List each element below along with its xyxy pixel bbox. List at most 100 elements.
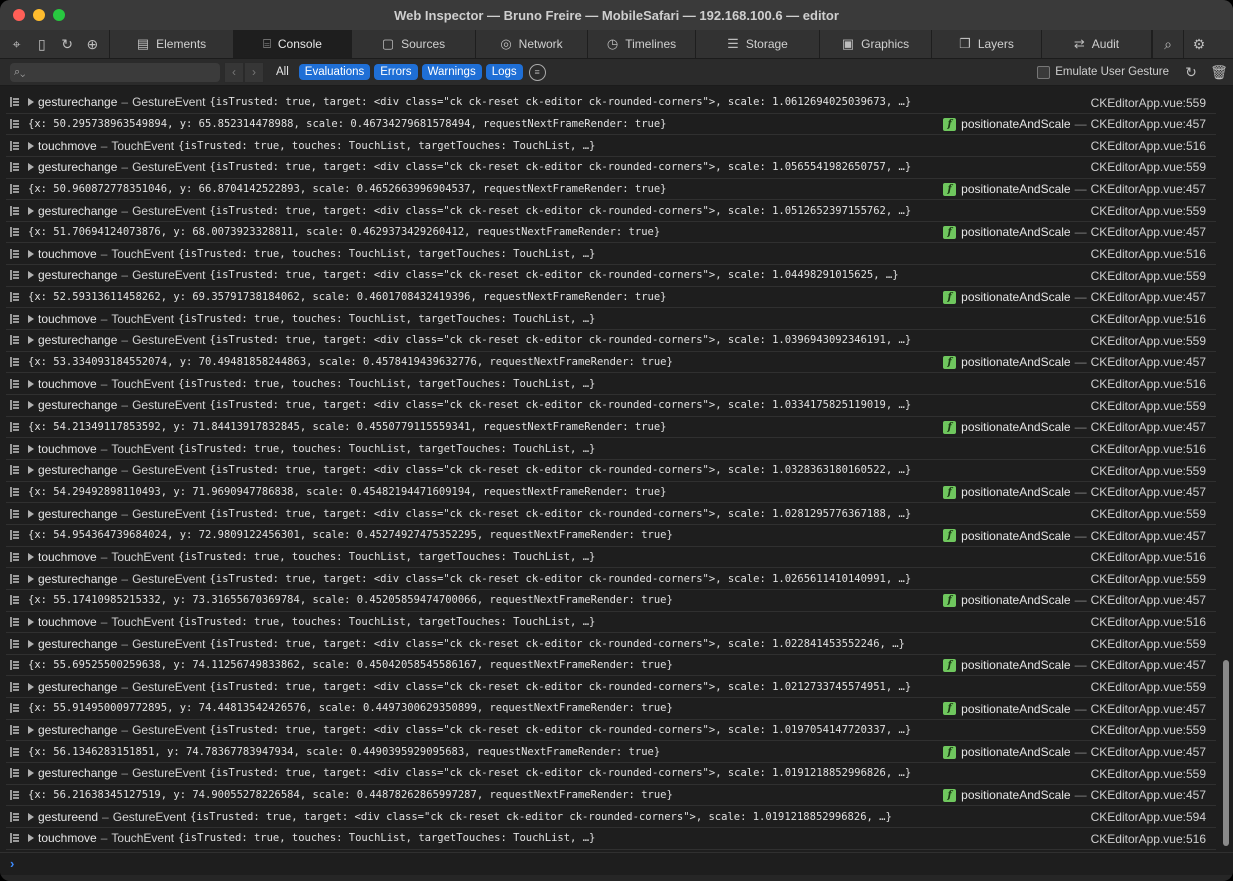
filter-evaluations[interactable]: Evaluations [298, 64, 371, 80]
console-message-row[interactable]: {x: 52.59313611458262, y: 69.35791738184… [6, 287, 1216, 309]
function-name-link[interactable]: positionateAndScale [961, 420, 1070, 434]
source-file-link[interactable]: CKEditorApp.vue:516 [1091, 832, 1206, 846]
device-icon[interactable]: ▯ [33, 36, 51, 53]
source-file-link[interactable]: CKEditorApp.vue:457 [1091, 593, 1206, 607]
tab-layers[interactable]: ❐ Layers [932, 30, 1042, 58]
filter-errors[interactable]: Errors [374, 64, 418, 80]
object-preview[interactable]: {isTrusted: true, target: <div class="ck… [209, 334, 911, 346]
object-preview[interactable]: {isTrusted: true, target: <div class="ck… [209, 205, 911, 217]
console-message-row[interactable]: gesturechange – GestureEvent {isTrusted: tr… [6, 633, 1216, 655]
source-file-link[interactable]: CKEditorApp.vue:559 [1091, 96, 1206, 110]
source-file-link[interactable]: CKEditorApp.vue:457 [1091, 658, 1206, 672]
object-preview[interactable]: {isTrusted: true, target: <div class="ck… [209, 724, 911, 736]
tab-network[interactable]: ◎ Network [476, 30, 588, 58]
source-file-link[interactable]: CKEditorApp.vue:559 [1091, 572, 1206, 586]
source-file-link[interactable]: CKEditorApp.vue:559 [1091, 767, 1206, 781]
source-file-link[interactable]: CKEditorApp.vue:457 [1091, 485, 1206, 499]
object-preview[interactable]: {x: 52.59313611458262, y: 69.35791738184… [28, 291, 666, 303]
disclosure-triangle-icon[interactable] [28, 834, 34, 843]
chevron-right-icon[interactable]: › [244, 61, 264, 83]
scrollbar-thumb[interactable] [1223, 660, 1229, 846]
source-file-link[interactable]: CKEditorApp.vue:559 [1091, 637, 1206, 651]
console-message-row[interactable]: touchmove – TouchEvent {isTrusted: true, to… [6, 547, 1216, 569]
console-message-row[interactable]: touchmove – TouchEvent {isTrusted: true, to… [6, 309, 1216, 331]
tab-console[interactable]: ⌸ Console [234, 30, 352, 58]
object-preview[interactable]: {isTrusted: true, target: <div class="ck… [209, 399, 911, 411]
tab-sources[interactable]: ▢ Sources [352, 30, 476, 58]
source-file-link[interactable]: CKEditorApp.vue:457 [1091, 420, 1206, 434]
crosshair-icon[interactable]: ⌖ [8, 36, 26, 53]
console-message-row[interactable]: gesturechange – GestureEvent {isTrusted: tr… [6, 200, 1216, 222]
emulate-checkbox[interactable] [1037, 65, 1051, 79]
function-name-link[interactable]: positionateAndScale [961, 225, 1070, 239]
function-name-link[interactable]: positionateAndScale [961, 117, 1070, 131]
source-file-link[interactable]: CKEditorApp.vue:516 [1091, 247, 1206, 261]
source-file-link[interactable]: CKEditorApp.vue:559 [1091, 723, 1206, 737]
console-message-row[interactable]: touchmove – TouchEvent {isTrusted: true, to… [6, 438, 1216, 460]
tab-storage[interactable]: ☰ Storage [696, 30, 820, 58]
console-message-row[interactable]: gesturechange – GestureEvent {isTrusted: tr… [6, 395, 1216, 417]
object-preview[interactable]: {isTrusted: true, target: <div class="ck… [209, 638, 904, 650]
disclosure-triangle-icon[interactable] [28, 552, 34, 561]
object-preview[interactable]: {x: 55.17410985215332, y: 73.31655670369… [28, 594, 673, 606]
object-preview[interactable]: {x: 55.914950009772895, y: 74.4481354242… [28, 702, 673, 714]
disclosure-triangle-icon[interactable] [28, 98, 34, 107]
source-file-link[interactable]: CKEditorApp.vue:559 [1091, 464, 1206, 478]
console-message-row[interactable]: touchmove – TouchEvent {isTrusted: true, to… [6, 135, 1216, 157]
source-file-link[interactable]: CKEditorApp.vue:516 [1091, 377, 1206, 391]
source-file-link[interactable]: CKEditorApp.vue:559 [1091, 204, 1206, 218]
object-preview[interactable]: {isTrusted: true, target: <div class="ck… [209, 464, 911, 476]
console-message-row[interactable]: gesturechange – GestureEvent {isTrusted: tr… [6, 157, 1216, 179]
source-file-link[interactable]: CKEditorApp.vue:559 [1091, 680, 1206, 694]
object-preview[interactable]: {isTrusted: true, target: <div class="ck… [209, 96, 911, 108]
filter-search-input[interactable]: ⌕⌄ [10, 62, 220, 82]
function-name-link[interactable]: positionateAndScale [961, 745, 1070, 759]
source-file-link[interactable]: CKEditorApp.vue:559 [1091, 269, 1206, 283]
source-file-link[interactable]: CKEditorApp.vue:457 [1091, 745, 1206, 759]
object-preview[interactable]: {isTrusted: true, target: <div class="ck… [190, 811, 892, 823]
source-file-link[interactable]: CKEditorApp.vue:559 [1091, 334, 1206, 348]
console-message-row[interactable]: {x: 54.29492898110493, y: 71.96909477868… [6, 482, 1216, 504]
console-message-row[interactable]: {x: 50.960872778351046, y: 66.8704142522… [6, 179, 1216, 201]
console-message-row[interactable]: touchmove – TouchEvent {isTrusted: true, to… [6, 373, 1216, 396]
filter-menu-icon[interactable]: ≡ [528, 63, 546, 81]
console-message-row[interactable]: {x: 54.21349117853592, y: 71.84413917832… [6, 417, 1216, 439]
close-window-button[interactable] [13, 9, 25, 21]
object-preview[interactable]: {isTrusted: true, touches: TouchList, ta… [178, 140, 595, 152]
source-file-link[interactable]: CKEditorApp.vue:457 [1091, 290, 1206, 304]
function-name-link[interactable]: positionateAndScale [961, 593, 1070, 607]
source-file-link[interactable]: CKEditorApp.vue:516 [1091, 550, 1206, 564]
console-message-row[interactable]: {x: 50.295738963549894, y: 65.8523144789… [6, 114, 1216, 136]
object-preview[interactable]: {isTrusted: true, touches: TouchList, ta… [178, 551, 595, 563]
source-file-link[interactable]: CKEditorApp.vue:457 [1091, 225, 1206, 239]
source-file-link[interactable]: CKEditorApp.vue:457 [1091, 788, 1206, 802]
chevron-left-icon[interactable]: ‹ [224, 61, 244, 83]
object-preview[interactable]: {isTrusted: true, touches: TouchList, ta… [178, 832, 595, 844]
console-message-row[interactable]: gesturechange – GestureEvent {isTrusted: tr… [6, 720, 1216, 742]
disclosure-triangle-icon[interactable] [28, 336, 34, 345]
source-file-link[interactable]: CKEditorApp.vue:594 [1091, 810, 1206, 824]
object-preview[interactable]: {x: 54.29492898110493, y: 71.96909477868… [28, 486, 666, 498]
object-preview[interactable]: {x: 56.1346283151851, y: 74.783677839479… [28, 746, 660, 758]
disclosure-triangle-icon[interactable] [28, 249, 34, 258]
disclosure-triangle-icon[interactable] [28, 314, 34, 323]
disclosure-triangle-icon[interactable] [28, 769, 34, 778]
disclosure-triangle-icon[interactable] [28, 639, 34, 648]
console-message-row[interactable]: touchmove – TouchEvent {isTrusted: true, to… [6, 828, 1216, 850]
function-name-link[interactable]: positionateAndScale [961, 182, 1070, 196]
console-message-row[interactable]: gesturechange – GestureEvent {isTrusted: tr… [6, 92, 1216, 114]
disclosure-triangle-icon[interactable] [28, 206, 34, 215]
console-message-row[interactable]: {x: 56.1346283151851, y: 74.783677839479… [6, 742, 1216, 764]
source-file-link[interactable]: CKEditorApp.vue:457 [1091, 702, 1206, 716]
object-preview[interactable]: {x: 50.960872778351046, y: 66.8704142522… [28, 183, 666, 195]
disclosure-triangle-icon[interactable] [28, 444, 34, 453]
source-file-link[interactable]: CKEditorApp.vue:559 [1091, 160, 1206, 174]
object-preview[interactable]: {x: 53.334093184552074, y: 70.4948185824… [28, 356, 673, 368]
console-message-row[interactable]: gesturechange – GestureEvent {isTrusted: tr… [6, 330, 1216, 352]
function-name-link[interactable]: positionateAndScale [961, 355, 1070, 369]
console-message-row[interactable]: {x: 55.17410985215332, y: 73.31655670369… [6, 590, 1216, 612]
object-preview[interactable]: {isTrusted: true, target: <div class="ck… [209, 681, 911, 693]
object-preview[interactable]: {x: 56.21638345127519, y: 74.90055278226… [28, 789, 673, 801]
disclosure-triangle-icon[interactable] [28, 141, 34, 150]
source-file-link[interactable]: CKEditorApp.vue:559 [1091, 399, 1206, 413]
